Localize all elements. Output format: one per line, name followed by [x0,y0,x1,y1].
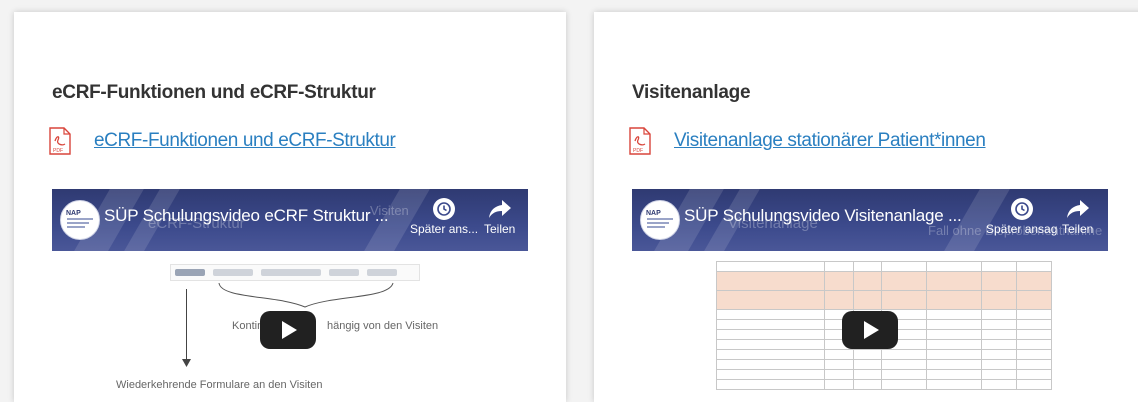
share-button[interactable]: Teilen [484,198,515,236]
card-title: eCRF-Funktionen und eCRF-Struktur [52,82,376,103]
video-title-bar: eCRF-Struktur Visiten NAP SÜP Schulungsv… [52,189,528,251]
share-label: Teilen [484,222,516,236]
share-arrow-icon [1066,200,1089,218]
thumbnail-brace [218,282,394,308]
pdf-link-row: PDF Visitenanlage stationärer Patient*in… [628,127,986,155]
video-title[interactable]: SÜP Schulungsvideo Visitenanlage ... [684,206,962,226]
watch-later-label: Später ans... [410,222,479,236]
arrow-down-icon [182,359,191,367]
share-button[interactable]: Teilen [1062,198,1093,236]
pdf-download-link[interactable]: Visitenanlage stationärer Patient*innen [674,130,986,152]
svg-text:NAP: NAP [66,210,81,217]
video-title[interactable]: SÜP Schulungsvideo eCRF Struktur ... [104,206,389,226]
video-embed[interactable]: Visitenanlage Fall ohne Bioprobenentnahm… [632,189,1108,402]
watch-later-button[interactable]: Später ans... [410,198,478,236]
pdf-icon-label: PDF [53,148,63,154]
thumbnail-text: hängig von den Visiten [327,320,439,332]
thumbnail-text: Wiederkehrende Formulare an den Visiten [116,379,323,391]
svg-text:NAP: NAP [646,210,661,217]
clock-icon [433,198,456,220]
play-icon [282,321,297,339]
clock-icon [1010,198,1033,220]
pdf-icon: PDF [49,127,71,155]
pdf-icon: PDF [629,127,651,155]
play-icon [864,321,879,339]
play-button[interactable] [842,311,898,349]
share-label: Teilen [1062,222,1094,236]
pdf-download-link[interactable]: eCRF-Funktionen und eCRF-Struktur [94,130,396,152]
play-button[interactable] [260,311,316,349]
share-arrow-icon [488,200,511,218]
card-title: Visitenanlage [632,82,751,103]
thumbnail-line [186,289,187,364]
watch-later-label: Später ansag [986,222,1058,236]
document-card: eCRF-Funktionen und eCRF-Struktur PDF eC… [14,12,566,402]
channel-logo-icon[interactable]: NAP [60,200,100,240]
thumbnail-tabstrip [170,264,420,281]
pdf-icon-label: PDF [633,148,643,154]
watch-later-button[interactable]: Später ansag [986,198,1057,236]
document-card: Visitenanlage PDF Visitenanlage stationä… [594,12,1138,402]
video-embed[interactable]: Kontinuierlich hängig von den Visiten Wi… [52,189,528,402]
video-title-bar: Visitenanlage Fall ohne Bioprobenentnahm… [632,189,1108,251]
channel-logo-icon[interactable]: NAP [640,200,680,240]
pdf-link-row: PDF eCRF-Funktionen und eCRF-Struktur [48,127,396,155]
